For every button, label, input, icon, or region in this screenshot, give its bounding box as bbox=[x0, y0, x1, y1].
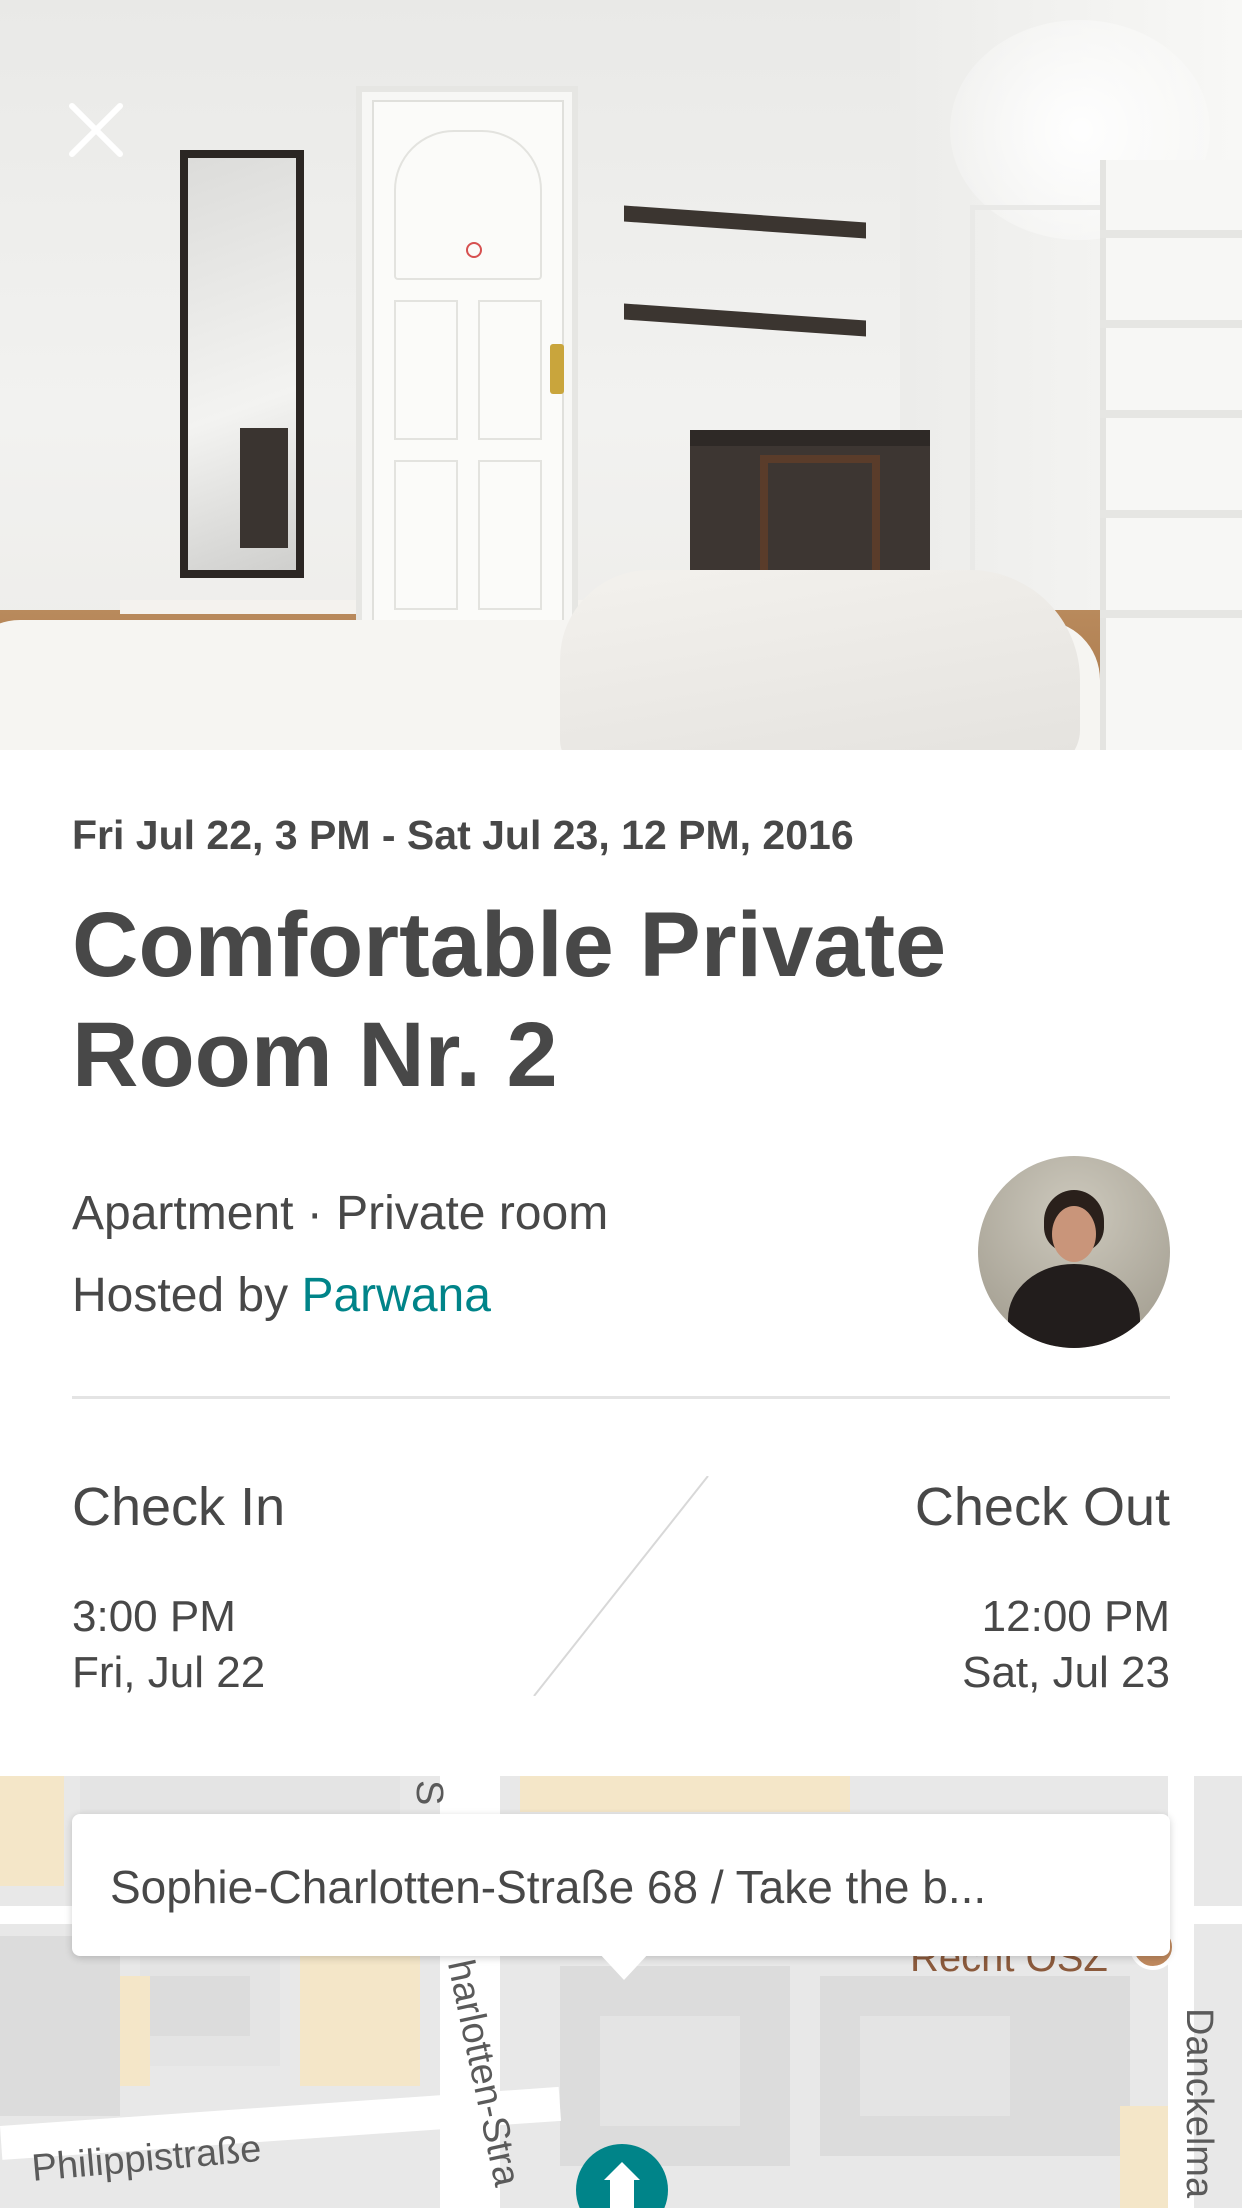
street-label-top: S bbox=[408, 1780, 450, 1806]
host-name-link[interactable]: Parwana bbox=[301, 1269, 490, 1322]
callout-pointer bbox=[598, 1952, 650, 1980]
check-out-date: Sat, Jul 23 bbox=[962, 1648, 1170, 1697]
map-block bbox=[0, 1776, 64, 1886]
photo-pillow bbox=[560, 570, 1080, 750]
photo-shelving bbox=[1100, 160, 1242, 750]
photo-shelf-board bbox=[1100, 610, 1242, 618]
photo-shelf bbox=[624, 205, 866, 239]
photo-shelf-board bbox=[1100, 410, 1242, 418]
close-button[interactable] bbox=[56, 90, 136, 170]
photo-door-panel bbox=[394, 130, 542, 280]
map-block bbox=[860, 2016, 1010, 2116]
photo-door-panel bbox=[478, 300, 542, 440]
map-block bbox=[520, 1776, 850, 1812]
section-divider bbox=[72, 1396, 1170, 1399]
check-in-time: 3:00 PM bbox=[72, 1592, 236, 1641]
home-location-pin[interactable] bbox=[576, 2144, 668, 2208]
map-block bbox=[80, 1776, 400, 1816]
home-icon bbox=[604, 2162, 640, 2208]
room-type: Apartment · Private room bbox=[72, 1187, 609, 1240]
photo-door-panel bbox=[394, 460, 458, 610]
host-avatar[interactable] bbox=[978, 1156, 1170, 1348]
map-block bbox=[120, 1976, 150, 2086]
photo-door-panel bbox=[394, 300, 458, 440]
avatar-body bbox=[1008, 1264, 1140, 1348]
map-block bbox=[0, 1936, 120, 2116]
check-divider-line bbox=[533, 1476, 709, 1696]
photo-shelf-board bbox=[1100, 320, 1242, 328]
photo-door-handle bbox=[550, 344, 564, 394]
photo-desk-top bbox=[690, 430, 930, 446]
photo-shelf-board bbox=[1100, 510, 1242, 518]
check-in-date: Fri, Jul 22 bbox=[72, 1648, 266, 1697]
listing-photo bbox=[0, 0, 1242, 750]
check-out-time: 12:00 PM bbox=[981, 1592, 1170, 1641]
photo-door-sign bbox=[466, 242, 482, 258]
check-in-label: Check In bbox=[72, 1477, 286, 1537]
map-block bbox=[140, 1976, 250, 2036]
photo-mirror bbox=[180, 150, 304, 578]
hosted-by-prefix: Hosted by bbox=[72, 1269, 302, 1322]
close-icon bbox=[69, 103, 123, 157]
check-out-label: Check Out bbox=[914, 1477, 1170, 1537]
address-text: Sophie-Charlotten-Straße 68 / Take the b… bbox=[110, 1861, 987, 1913]
trip-date-range: Fri Jul 22, 3 PM - Sat Jul 23, 12 PM, 20… bbox=[72, 812, 854, 858]
address-callout[interactable]: Sophie-Charlotten-Straße 68 / Take the b… bbox=[72, 1814, 1170, 1956]
map-block bbox=[300, 1956, 420, 2086]
street-label-danckelmann: Danckelma bbox=[1178, 2008, 1220, 2199]
avatar-face bbox=[1052, 1206, 1096, 1262]
photo-shelf bbox=[624, 303, 866, 337]
photo-shelf-board bbox=[1100, 230, 1242, 238]
photo-door-panel bbox=[478, 460, 542, 610]
hosted-by: Hosted by Parwana bbox=[72, 1268, 491, 1323]
listing-title: Comfortable Private Room Nr. 2 bbox=[72, 894, 947, 1106]
map-block bbox=[600, 2016, 740, 2126]
